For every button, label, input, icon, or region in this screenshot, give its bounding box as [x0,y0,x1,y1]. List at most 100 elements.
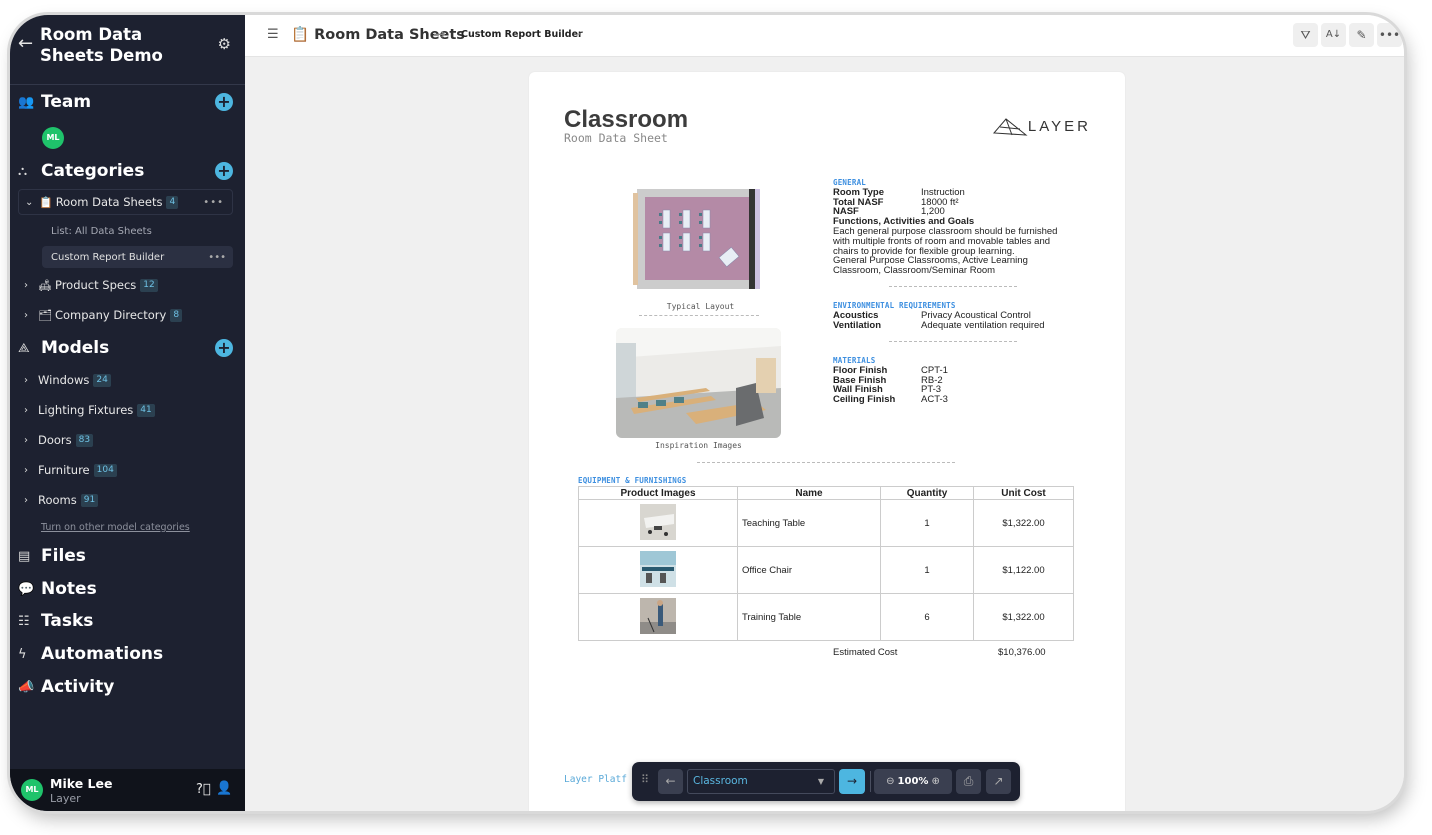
breadcrumb-view[interactable]: Custom Report Builder [461,29,583,40]
more-options-icon[interactable]: ••• [208,252,226,263]
product-image-cell [578,546,738,594]
arrow-left-icon: ← [665,774,676,788]
drag-handle-icon[interactable]: ⠿ [641,773,649,786]
printer-icon: ⎙ [963,774,974,788]
chevron-down-icon[interactable]: ⌄ [575,28,583,38]
add-category-button[interactable]: + [215,162,233,180]
chevron-right-icon[interactable]: › [24,310,38,321]
more-button[interactable]: ••• [1377,23,1402,47]
inspiration-image [616,328,781,438]
gear-icon[interactable]: ⚙ [218,35,231,53]
workspace-title: Room Data Sheets Demo [40,25,163,65]
equipment-section-label: EQUIPMENT & FURNISHINGS [578,476,687,485]
turn-on-model-categories-link[interactable]: Turn on other model categories [41,522,190,533]
chevron-right-icon[interactable]: › [24,375,38,386]
logo-text: LAYER [1027,117,1091,135]
section-models[interactable]: ⟁ Models + [18,336,233,360]
section-label: Team [41,92,92,112]
record-select[interactable]: Classroom ▼ [687,769,835,794]
previous-record-button[interactable]: ← [658,769,683,794]
count-badge: 12 [140,278,158,292]
table-row: Teaching Table 1 $1,322.00 [578,499,1074,547]
chevron-down-icon[interactable]: ⌄ [25,197,39,208]
chat-bubbles-icon: 💬 [18,581,35,597]
user-avatar[interactable]: ML [21,779,43,801]
add-team-member-button[interactable]: + [215,93,233,111]
external-link-icon: ↗ [993,774,1004,788]
user-panel: ML Mike Lee Layer ?⃝ 👤 [10,769,245,811]
model-cube-icon: ⟁ [18,340,30,356]
folder-icon: 🗂 [38,308,52,322]
page-footer-text: Layer Platf [564,774,627,785]
nav-activity[interactable]: 📣 Activity [18,675,233,699]
chevron-right-icon[interactable]: › [24,465,38,476]
file-icon: ▤ [18,548,31,564]
section-team[interactable]: 👥 Team + [18,90,233,114]
team-member-avatar[interactable]: ML [42,127,64,149]
more-icon: ••• [1378,28,1401,42]
nav-tasks[interactable]: ☷ Tasks [18,609,233,633]
model-label: Furniture [38,463,90,477]
column-header: Quantity [880,486,974,500]
menu-icon[interactable]: ☰ [267,27,279,42]
chevron-right-icon[interactable]: › [24,405,38,416]
model-rooms[interactable]: › Rooms 91 [18,488,233,512]
count-badge: 4 [166,195,179,209]
user-profile-icon[interactable]: 👤 [216,781,232,796]
typical-layout-caption: Typical Layout [666,302,735,311]
environmental-section: ENVIRONMENTAL REQUIREMENTS Acoustics Priv… [833,301,1045,330]
model-label: Doors [38,433,72,447]
category-label: Product Specs [54,278,137,292]
nav-notes[interactable]: 💬 Notes [18,577,233,601]
filter-button[interactable]: ⛛ [1293,23,1318,47]
category-label: Company Directory [54,308,167,322]
toolbar-divider [870,771,871,792]
field-ventilation: Ventilation Adequate ventilation required [833,319,1045,331]
nav-label: Tasks [41,611,94,631]
pencil-icon: ✎ [1356,28,1367,42]
document-title: Classroom [564,106,689,133]
divider [889,341,1017,342]
chevron-right-icon[interactable]: › [24,435,38,446]
model-furniture[interactable]: › Furniture 104 [18,458,233,482]
category-room-data-sheets[interactable]: ⌄ 📋 Room Data Sheets 4 ••• [18,189,233,215]
zoom-in-icon[interactable]: ⊕ [931,776,939,787]
model-lighting-fixtures[interactable]: › Lighting Fixtures 41 [18,398,233,422]
sort-az-icon: A↓ [1325,29,1342,40]
product-thumbnail [640,503,676,540]
add-model-button[interactable]: + [215,339,233,357]
field-value: Adequate ventilation required [921,319,1045,331]
selected-record: Classroom [693,775,748,787]
product-name: Teaching Table [737,499,881,547]
clipboard-icon: 📋 [39,195,53,209]
view-custom-report-builder[interactable]: Custom Report Builder ••• [42,246,233,268]
arrow-right-icon: → [846,774,858,788]
model-label: Rooms [38,493,77,507]
zoom-level: 100% [897,776,929,787]
report-canvas: Classroom Room Data Sheet LAYER Typical … [245,57,1404,811]
sort-button[interactable]: A↓ [1321,23,1346,47]
model-doors[interactable]: › Doors 83 [18,428,233,452]
category-product-specs[interactable]: › 🛋 Product Specs 12 [18,273,233,297]
field-key: Ceiling Finish [833,394,896,406]
open-external-button[interactable]: ↗ [986,769,1011,794]
section-label: Categories [41,161,145,181]
edit-button[interactable]: ✎ [1349,23,1374,47]
chevron-right-icon[interactable]: › [24,280,38,291]
more-options-icon[interactable]: ••• [203,197,224,208]
category-company-directory[interactable]: › 🗂 Company Directory 8 [18,303,233,327]
help-icon[interactable]: ?⃝ [196,782,211,797]
section-categories[interactable]: ⛬ Categories + [18,159,233,183]
next-record-button[interactable]: → [839,769,865,794]
nav-files[interactable]: ▤ Files [18,544,233,568]
print-button[interactable]: ⎙ [956,769,981,794]
nav-automations[interactable]: ϟ Automations [18,642,233,666]
view-list-all-data-sheets[interactable]: List: All Data Sheets [42,220,233,242]
model-windows[interactable]: › Windows 24 [18,368,233,392]
back-arrow-icon[interactable]: ← [18,33,33,54]
section-label: Models [41,338,110,358]
product-unit-cost: $1,322.00 [973,499,1074,547]
field-ceiling-finish: Ceiling Finish ACT-3 [833,395,948,405]
zoom-out-icon[interactable]: ⊖ [886,776,894,787]
chevron-right-icon[interactable]: › [24,495,38,506]
